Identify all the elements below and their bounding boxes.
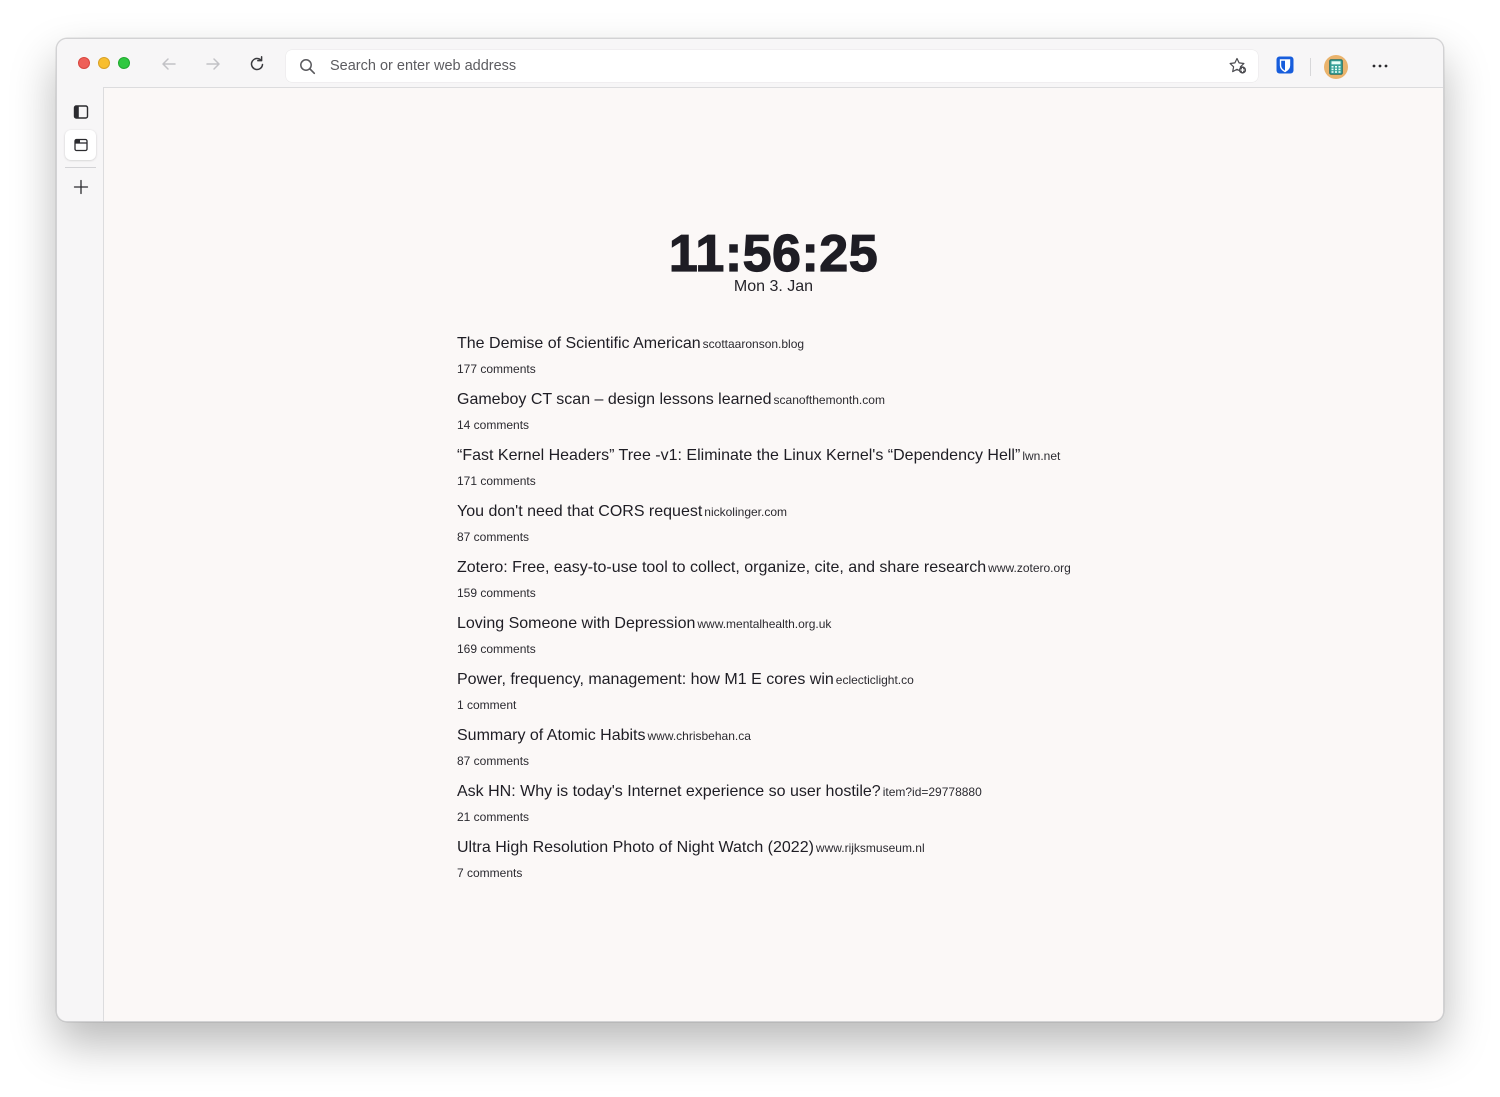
new-tab-page: 11:56:25 Mon 3. Jan The Demise of Scient…	[104, 87, 1443, 1021]
address-bar[interactable]	[286, 50, 1258, 82]
reload-button[interactable]	[246, 53, 268, 75]
clock-time: 11:56:25	[668, 224, 879, 283]
address-input[interactable]	[330, 50, 1210, 82]
story-comments-link[interactable]: 171 comments	[457, 474, 1217, 488]
story-comments-link[interactable]: 159 comments	[457, 586, 1217, 600]
vertical-tabs-sidebar	[57, 87, 104, 1021]
story-domain: eclecticlight.co	[835, 673, 914, 687]
list-item: Gameboy CT scan – design lessons learned…	[457, 390, 1217, 446]
minimize-window-button[interactable]	[98, 57, 110, 69]
story-domain: www.chrisbehan.ca	[647, 729, 751, 743]
list-item: Summary of Atomic Habits www.chrisbehan.c…	[457, 726, 1217, 782]
story-domain: item?id=29778880	[882, 785, 982, 799]
tab-current[interactable]	[65, 130, 96, 160]
reload-icon	[250, 56, 264, 71]
bitwarden-extension-button[interactable]	[1276, 56, 1294, 81]
close-window-button[interactable]	[78, 57, 90, 69]
forward-button[interactable]	[202, 53, 224, 75]
sidebar-divider	[65, 167, 96, 168]
list-item: Power, frequency, management: how M1 E c…	[457, 670, 1217, 726]
story-title-link[interactable]: Zotero: Free, easy-to-use tool to collec…	[457, 559, 986, 576]
arrow-left-icon	[162, 58, 176, 70]
story-domain: nickolinger.com	[704, 505, 788, 519]
story-comments-link[interactable]: 169 comments	[457, 642, 1217, 656]
list-item: Ultra High Resolution Photo of Night Wat…	[457, 838, 1217, 894]
story-title-link[interactable]: Summary of Atomic Habits	[457, 727, 646, 744]
calculator-extension-button[interactable]	[1324, 55, 1348, 79]
story-comments-link[interactable]: 1 comment	[457, 698, 1217, 712]
browser-window: 11:56:25 Mon 3. Jan The Demise of Scient…	[56, 38, 1444, 1022]
back-button[interactable]	[158, 53, 180, 75]
story-title-link[interactable]: You don't need that CORS request	[457, 503, 702, 520]
sidebar-toggle-button[interactable]	[65, 97, 96, 127]
list-item: The Demise of Scientific American scottaa…	[457, 334, 1217, 390]
story-domain: www.mentalhealth.org.uk	[697, 617, 832, 631]
search-icon	[300, 59, 316, 75]
browser-toolbar	[57, 39, 1443, 87]
list-item: You don't need that CORS request nickolin…	[457, 502, 1217, 558]
toolbar-divider	[1310, 58, 1311, 76]
story-title-link[interactable]: “Fast Kernel Headers” Tree -v1: Eliminat…	[457, 447, 1020, 464]
bitwarden-icon	[1276, 56, 1294, 74]
tab-icon	[73, 138, 88, 152]
clock-date: Mon 3. Jan	[733, 278, 814, 295]
story-title-link[interactable]: Loving Someone with Depression	[457, 615, 695, 632]
story-comments-link[interactable]: 21 comments	[457, 810, 1217, 824]
story-comments-link[interactable]: 177 comments	[457, 362, 1217, 376]
story-domain: www.zotero.org	[988, 561, 1071, 575]
story-title-link[interactable]: Ask HN: Why is today's Internet experien…	[457, 783, 881, 800]
new-tab-button[interactable]	[65, 172, 96, 202]
story-title-link[interactable]: Gameboy CT scan – design lessons learned	[457, 391, 772, 408]
story-domain: scanofthemonth.com	[773, 393, 885, 407]
story-domain: www.rijksmuseum.nl	[815, 841, 925, 855]
story-domain: scottaaronson.blog	[702, 337, 805, 351]
story-domain: lwn.net	[1022, 449, 1061, 463]
list-item: Loving Someone with Depression www.mental…	[457, 614, 1217, 670]
story-title-link[interactable]: The Demise of Scientific American	[457, 335, 701, 352]
story-comments-link[interactable]: 87 comments	[457, 754, 1217, 768]
maximize-window-button[interactable]	[118, 57, 130, 69]
list-item: “Fast Kernel Headers” Tree -v1: Eliminat…	[457, 446, 1217, 502]
calculator-icon	[1329, 59, 1343, 75]
story-title-link[interactable]: Power, frequency, management: how M1 E c…	[457, 671, 834, 688]
list-item: Zotero: Free, easy-to-use tool to collec…	[457, 558, 1217, 614]
more-menu-button[interactable]	[1371, 56, 1389, 81]
story-comments-link[interactable]: 7 comments	[457, 866, 1217, 880]
sidebar-icon	[73, 105, 88, 119]
story-title-link[interactable]: Ultra High Resolution Photo of Night Wat…	[457, 839, 814, 856]
plus-icon	[73, 179, 88, 195]
story-comments-link[interactable]: 87 comments	[457, 530, 1217, 544]
news-list: The Demise of Scientific American scottaa…	[457, 334, 1217, 894]
add-favorite-icon[interactable]	[1228, 57, 1248, 75]
list-item: Ask HN: Why is today's Internet experien…	[457, 782, 1217, 838]
arrow-right-icon	[206, 58, 220, 70]
story-comments-link[interactable]: 14 comments	[457, 418, 1217, 432]
more-horizontal-icon	[1372, 64, 1388, 68]
